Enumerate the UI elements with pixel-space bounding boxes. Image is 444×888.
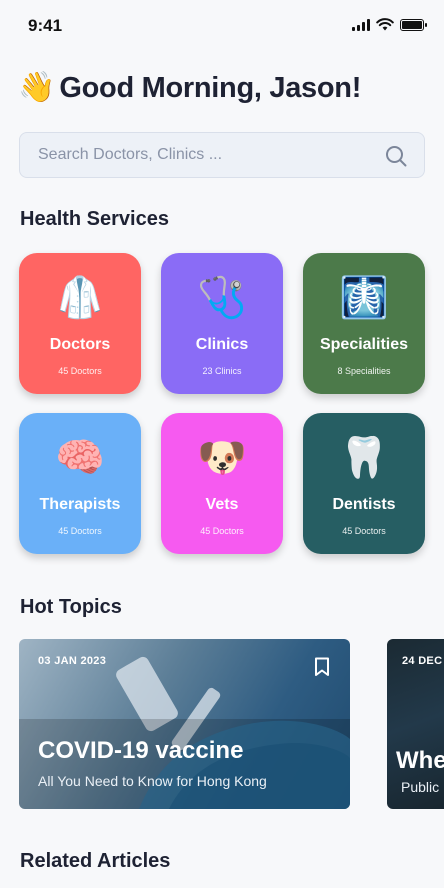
service-count: 45 Doctors	[58, 526, 102, 536]
greeting: 👋 Good Morning, Jason!	[18, 70, 361, 106]
hot-topics-heading: Hot Topics	[20, 596, 122, 618]
search-input[interactable]	[20, 133, 380, 177]
service-tile-dentists[interactable]: 🦷 Dentists 45 Doctors	[303, 413, 425, 554]
cellular-signal-icon	[352, 18, 370, 31]
waving-hand-icon: 👋	[18, 71, 56, 104]
greeting-title: Good Morning, Jason!	[59, 71, 362, 104]
topic-subtitle: Public	[401, 779, 440, 795]
topic-date: 24 DEC	[402, 655, 443, 667]
service-label: Specialities	[319, 336, 409, 353]
dog-face-icon: 🐶	[197, 436, 247, 480]
wifi-icon	[376, 18, 394, 31]
service-label: Vets	[205, 496, 239, 513]
topic-card-2[interactable]: 24 DEC Whe Public	[387, 639, 444, 809]
topic-subtitle: All You Need to Know for Hong Kong	[38, 773, 267, 789]
search-icon[interactable]	[384, 144, 408, 168]
service-label: Therapists	[39, 496, 121, 513]
brain-icon: 🧠	[55, 436, 105, 480]
service-count: 23 Clinics	[202, 366, 242, 376]
topic-card-covid[interactable]: 03 JAN 2023 COVID-19 vaccine All You Nee…	[19, 639, 350, 809]
status-bar: 9:41	[0, 0, 444, 52]
topic-date: 03 JAN 2023	[38, 655, 107, 667]
topic-title: Whe	[396, 747, 444, 774]
service-count: 8 Specialities	[337, 366, 391, 376]
service-label: Clinics	[195, 336, 249, 353]
status-time: 9:41	[28, 16, 63, 35]
topic-title: COVID-19 vaccine	[38, 737, 244, 764]
lab-coat-icon: 🥼	[55, 276, 105, 320]
service-tile-therapists[interactable]: 🧠 Therapists 45 Doctors	[19, 413, 141, 554]
bookmark-icon[interactable]	[314, 657, 330, 677]
stethoscope-icon: 🩺	[197, 276, 247, 320]
battery-icon	[400, 18, 427, 31]
health-services-heading: Health Services	[20, 208, 169, 230]
service-tile-clinics[interactable]: 🩺 Clinics 23 Clinics	[161, 253, 283, 394]
tooth-icon: 🦷	[339, 436, 389, 480]
service-tile-vets[interactable]: 🐶 Vets 45 Doctors	[161, 413, 283, 554]
related-articles-heading: Related Articles	[20, 850, 171, 872]
service-label: Doctors	[49, 336, 111, 353]
service-label: Dentists	[332, 496, 396, 513]
service-count: 45 Doctors	[58, 366, 102, 376]
service-tile-doctors[interactable]: 🥼 Doctors 45 Doctors	[19, 253, 141, 394]
service-tile-specialities[interactable]: 🩻 Specialities 8 Specialities	[303, 253, 425, 394]
x-ray-icon: 🩻	[339, 276, 389, 320]
status-icons	[352, 18, 427, 31]
service-count: 45 Doctors	[342, 526, 386, 536]
search-bar	[19, 132, 425, 178]
service-count: 45 Doctors	[200, 526, 244, 536]
